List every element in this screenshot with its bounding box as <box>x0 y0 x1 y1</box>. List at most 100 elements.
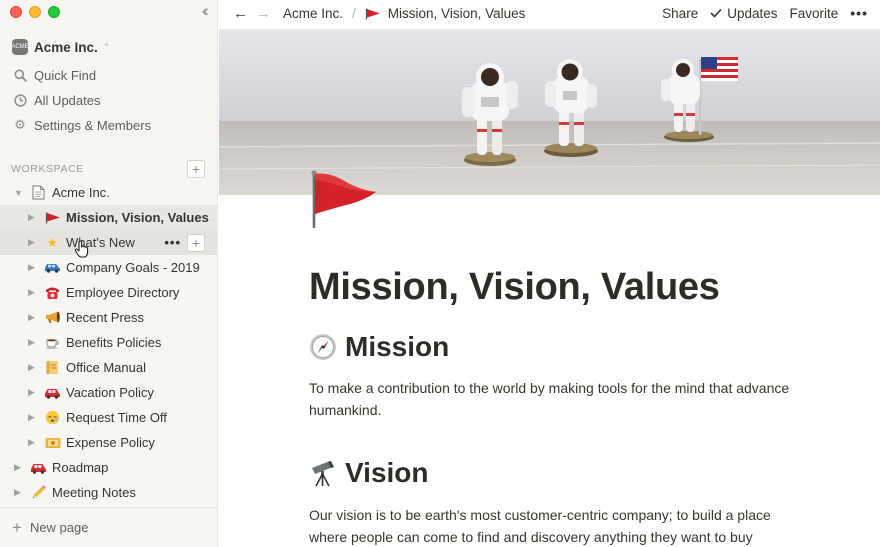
sidebar-item-office-manual[interactable]: ▶ Office Manual <box>0 355 217 380</box>
caret-right-icon[interactable]: ▶ <box>28 412 40 423</box>
new-page-button[interactable]: + New page <box>0 507 217 547</box>
workspace-section-header: WORKSPACE + <box>11 160 205 178</box>
checkmark-icon <box>710 6 722 21</box>
hand-cursor-icon <box>74 240 90 258</box>
ticket-icon <box>43 437 62 449</box>
sidebar-item-acme-inc[interactable]: ▼ Acme Inc. <box>0 180 217 205</box>
quick-find-button[interactable]: Quick Find <box>12 64 96 86</box>
sidebar-item-vacation-policy[interactable]: ▶ Vacation Policy <box>0 380 217 405</box>
share-button[interactable]: Share <box>662 6 698 21</box>
sidebar-item-employee-directory[interactable]: ▶ Employee Directory <box>0 280 217 305</box>
workspace-switcher[interactable]: ACME Acme Inc. ⌃ <box>11 37 111 57</box>
sidebar-item-recent-press[interactable]: ▶ Recent Press <box>0 305 217 330</box>
coffee-icon <box>43 336 62 349</box>
updates-label: Updates <box>727 5 778 21</box>
blue-car-icon <box>43 262 62 273</box>
row-actions: ••• + <box>164 233 205 252</box>
page-title[interactable]: Mission, Vision, Values <box>309 266 720 309</box>
forward-arrow-icon[interactable]: → <box>256 5 271 22</box>
breadcrumb: Acme Inc. / Mission, Vision, Values <box>283 6 525 21</box>
caret-right-icon[interactable]: ▶ <box>28 212 40 223</box>
breadcrumb-separator: / <box>352 5 356 21</box>
caret-right-icon[interactable]: ▶ <box>28 337 40 348</box>
new-page-label: New page <box>29 520 89 535</box>
page-icon-red-flag[interactable] <box>310 170 380 229</box>
caret-right-icon[interactable]: ▶ <box>14 487 26 498</box>
topbar: ← → Acme Inc. / Mission, Vision, Values … <box>219 0 880 26</box>
caret-right-icon[interactable]: ▶ <box>28 237 40 248</box>
sidebar-item-label: Acme Inc. <box>52 185 110 200</box>
breadcrumb-current[interactable]: Mission, Vision, Values <box>388 6 526 21</box>
megaphone-icon <box>43 311 62 324</box>
sidebar-item-label: Employee Directory <box>66 285 180 300</box>
caret-right-icon[interactable]: ▶ <box>28 262 40 273</box>
sidebar-item-label: Office Manual <box>66 360 146 375</box>
caret-right-icon[interactable]: ▶ <box>28 437 40 448</box>
sidebar-item-request-time-off[interactable]: ▶ Request Time Off <box>0 405 217 430</box>
sidebar-item-company-goals[interactable]: ▶ Company Goals - 2019 <box>0 255 217 280</box>
sidebar-item-meeting-notes[interactable]: ▶ Meeting Notes <box>0 480 217 505</box>
minimize-window-button[interactable] <box>29 6 41 18</box>
quick-find-label: Quick Find <box>34 67 97 83</box>
all-updates-button[interactable]: All Updates <box>12 89 100 111</box>
sidebar: ‹‹ ACME Acme Inc. ⌃ Quick Find All Updat… <box>0 0 218 547</box>
sidebar-item-label: Roadmap <box>52 460 109 475</box>
caret-right-icon[interactable]: ▶ <box>28 287 40 298</box>
star-icon: ★ <box>46 234 59 250</box>
sidebar-item-benefits-policies[interactable]: ▶ Benefits Policies <box>0 330 217 355</box>
back-arrow-icon[interactable]: ← <box>233 5 248 22</box>
chevron-updown-icon: ⌃ <box>102 41 111 52</box>
mission-heading[interactable]: Mission <box>309 331 449 363</box>
caret-right-icon[interactable]: ▶ <box>28 387 40 398</box>
sidebar-item-label: Meeting Notes <box>52 485 136 500</box>
more-options-icon[interactable]: ••• <box>850 5 868 21</box>
sidebar-item-roadmap[interactable]: ▶ Roadmap <box>0 455 217 480</box>
favorite-button[interactable]: Favorite <box>790 6 839 21</box>
sidebar-item-label: Mission, Vision, Values <box>66 210 209 225</box>
workspace-section-label: WORKSPACE <box>11 163 84 175</box>
caret-right-icon[interactable]: ▶ <box>28 312 40 323</box>
all-updates-label: All Updates <box>34 92 101 108</box>
sidebar-item-label: Request Time Off <box>66 410 167 425</box>
sidebar-item-whats-new[interactable]: ▶ ★ What's New ••• + <box>0 230 217 255</box>
sleepy-face-icon <box>43 410 62 425</box>
caret-right-icon[interactable]: ▶ <box>28 362 40 373</box>
compass-icon <box>309 333 337 361</box>
settings-members-button[interactable]: ⚙ Settings & Members <box>12 114 151 136</box>
caret-right-icon[interactable]: ▶ <box>14 462 26 473</box>
page-icon <box>29 185 48 200</box>
pencil-icon <box>29 485 48 500</box>
more-options-icon[interactable]: ••• <box>164 235 181 250</box>
caret-down-icon[interactable]: ▼ <box>14 188 26 198</box>
updates-button[interactable]: Updates <box>710 5 778 21</box>
telescope-icon <box>309 459 337 487</box>
workspace-name: Acme Inc. <box>34 39 98 55</box>
add-subpage-plus-icon[interactable]: + <box>187 233 205 252</box>
gear-icon: ⚙ <box>14 117 26 132</box>
telephone-icon <box>43 286 62 300</box>
red-car-icon <box>43 387 62 399</box>
sidebar-item-label: Recent Press <box>66 310 145 325</box>
plus-icon: + <box>12 517 22 537</box>
mission-paragraph[interactable]: To make a contribution to the world by m… <box>309 377 809 421</box>
top-actions: Share Updates Favorite ••• <box>662 0 868 26</box>
sidebar-item-mission-vision-values[interactable]: ▶ Mission, Vision, Values <box>0 205 217 230</box>
mission-heading-text: Mission <box>345 331 450 362</box>
zoom-window-button[interactable] <box>48 6 60 18</box>
breadcrumb-root[interactable]: Acme Inc. <box>283 6 343 21</box>
settings-members-label: Settings & Members <box>34 117 152 133</box>
sidebar-item-label: Company Goals - 2019 <box>66 260 200 275</box>
window-controls <box>10 6 60 18</box>
add-page-plus-icon[interactable]: + <box>187 160 205 178</box>
car-icon <box>29 462 48 474</box>
workspace-logo: ACME <box>11 39 29 55</box>
close-window-button[interactable] <box>10 6 22 18</box>
vision-paragraph[interactable]: Our vision is to be earth's most custome… <box>309 504 809 547</box>
sidebar-item-expense-policy[interactable]: ▶ Expense Policy <box>0 430 217 455</box>
scroll-icon <box>43 360 62 375</box>
vision-heading[interactable]: Vision <box>309 457 429 489</box>
search-icon <box>12 69 28 82</box>
sidebar-item-label: Vacation Policy <box>66 385 154 400</box>
red-flag-icon <box>43 212 62 224</box>
collapse-sidebar-icon[interactable]: ‹‹ <box>202 1 210 21</box>
